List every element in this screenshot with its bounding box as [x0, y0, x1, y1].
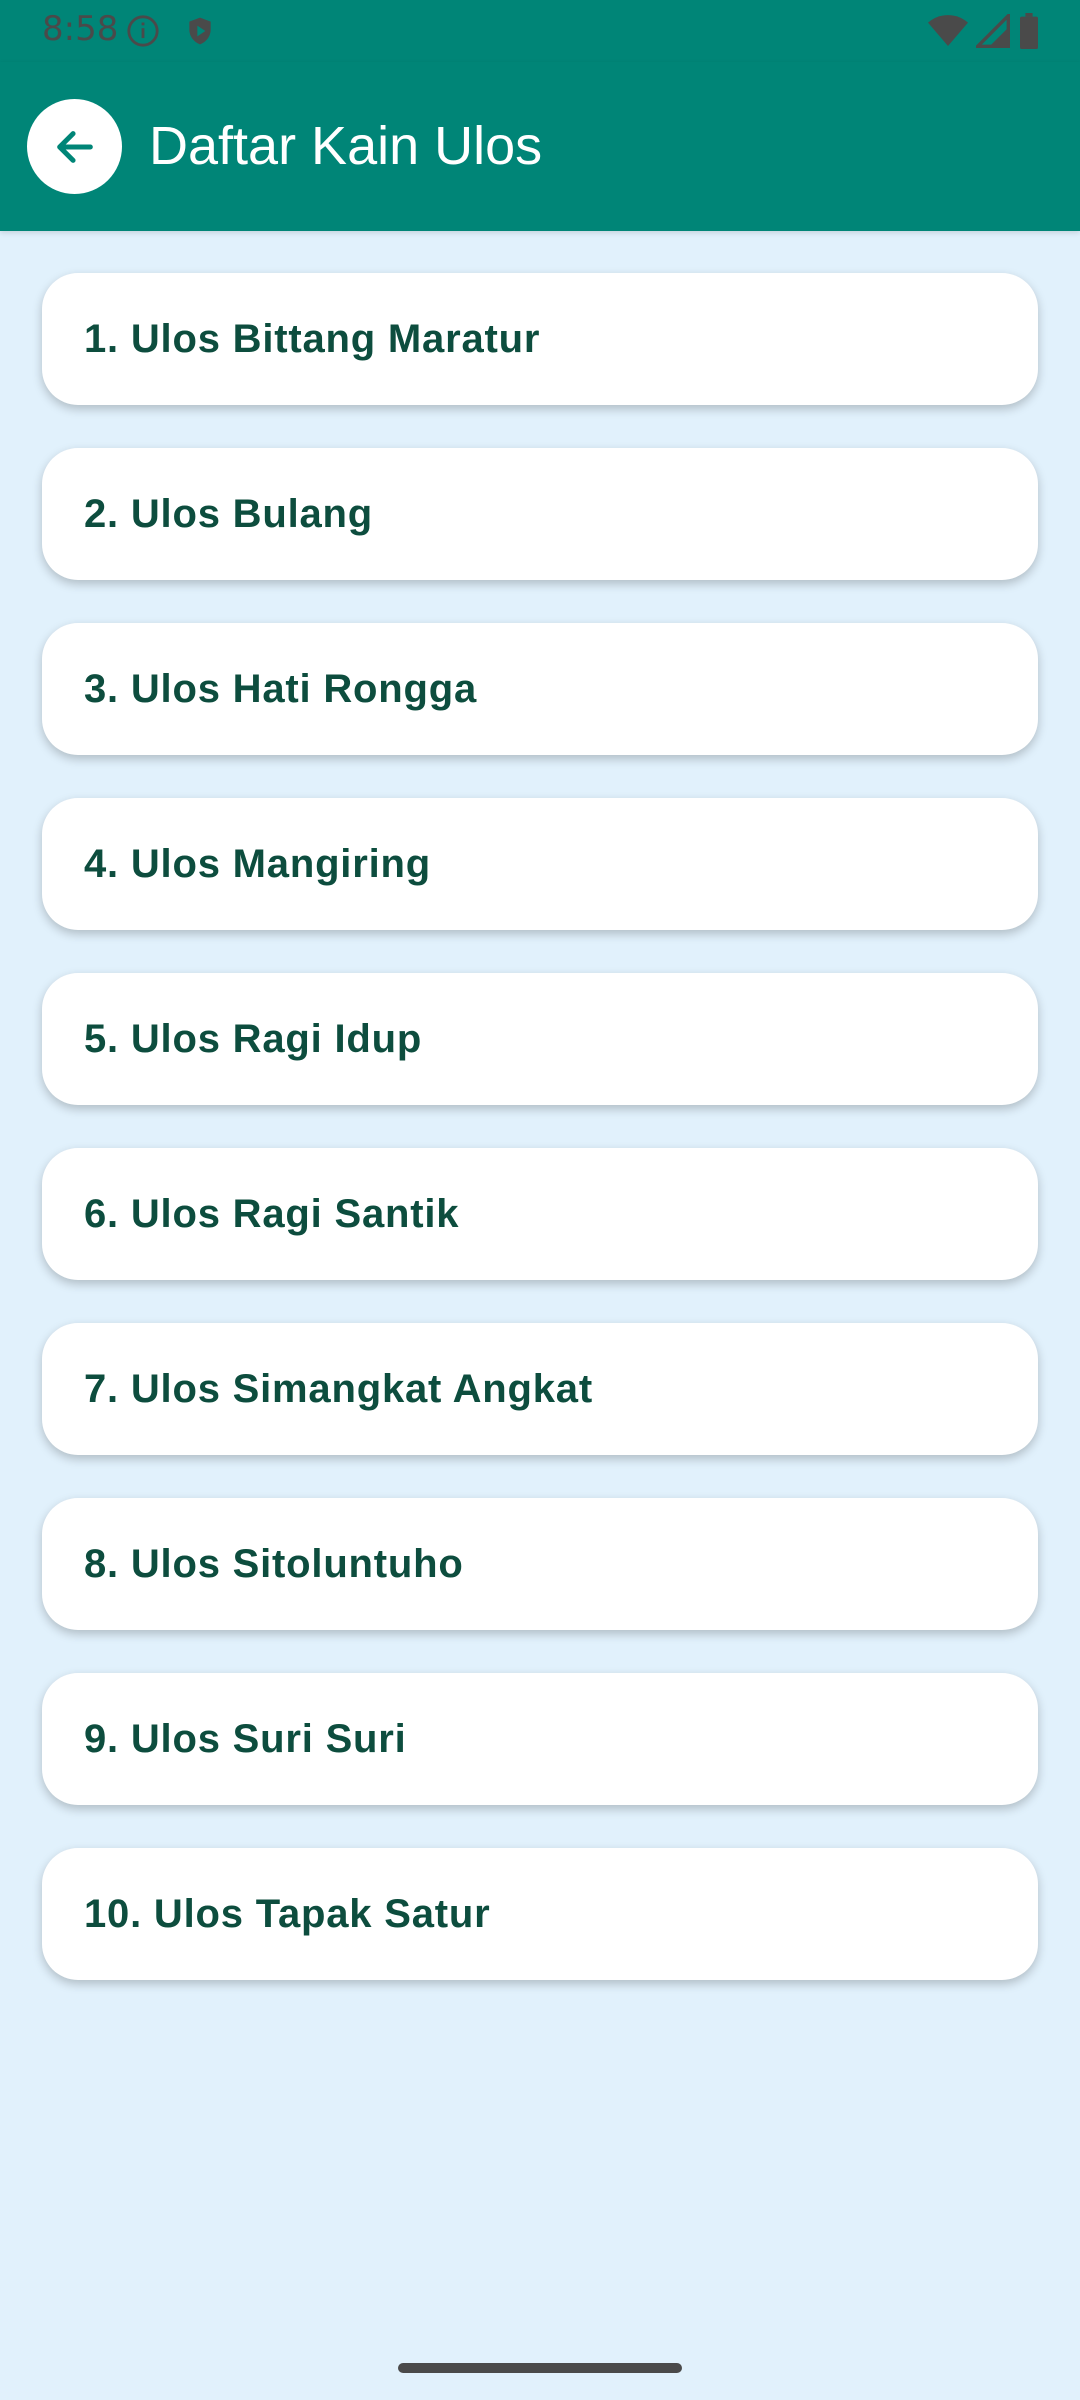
- list-item[interactable]: 5. Ulos Ragi Idup: [42, 973, 1038, 1105]
- status-right-icons: [928, 12, 1040, 50]
- list-item-label: 2. Ulos Bulang: [84, 491, 374, 536]
- list-item-label: 10. Ulos Tapak Satur: [84, 1891, 491, 1936]
- list-item[interactable]: 8. Ulos Sitoluntuho: [42, 1498, 1038, 1630]
- home-indicator[interactable]: [398, 2363, 682, 2373]
- app-bar: Daftar Kain Ulos: [0, 62, 1080, 231]
- list-item[interactable]: 1. Ulos Bittang Maratur: [42, 273, 1038, 405]
- list-item[interactable]: 6. Ulos Ragi Santik: [42, 1148, 1038, 1280]
- list-item[interactable]: 10. Ulos Tapak Satur: [42, 1848, 1038, 1980]
- list-item-label: 8. Ulos Sitoluntuho: [84, 1541, 464, 1586]
- list-item[interactable]: 4. Ulos Mangiring: [42, 798, 1038, 930]
- shield-icon: [189, 17, 211, 45]
- list-item[interactable]: 3. Ulos Hati Rongga: [42, 623, 1038, 755]
- page-title: Daftar Kain Ulos: [149, 116, 543, 176]
- arrow-left-icon: [56, 130, 93, 163]
- back-button[interactable]: [27, 99, 122, 194]
- list-item-label: 4. Ulos Mangiring: [84, 841, 431, 886]
- list-item-label: 7. Ulos Simangkat Angkat: [84, 1366, 593, 1411]
- list-item-label: 3. Ulos Hati Rongga: [84, 666, 478, 711]
- list-item[interactable]: 7. Ulos Simangkat Angkat: [42, 1323, 1038, 1455]
- wifi-icon: [928, 15, 968, 46]
- list-item-label: 5. Ulos Ragi Idup: [84, 1016, 423, 1061]
- list-item-label: 9. Ulos Suri Suri: [84, 1716, 407, 1761]
- list-item[interactable]: 2. Ulos Bulang: [42, 448, 1038, 580]
- list-item-label: 1. Ulos Bittang Maratur: [84, 316, 541, 361]
- ulos-list: 1. Ulos Bittang Maratur 2. Ulos Bulang 3…: [42, 273, 1038, 2023]
- signal-icon: [976, 14, 1010, 48]
- status-time: 8:58: [42, 9, 119, 49]
- status-bar: 8:58: [0, 0, 1080, 62]
- list-item[interactable]: 9. Ulos Suri Suri: [42, 1673, 1038, 1805]
- list-item-label: 6. Ulos Ragi Santik: [84, 1191, 460, 1236]
- info-icon: [127, 15, 159, 47]
- battery-icon: [1020, 13, 1038, 49]
